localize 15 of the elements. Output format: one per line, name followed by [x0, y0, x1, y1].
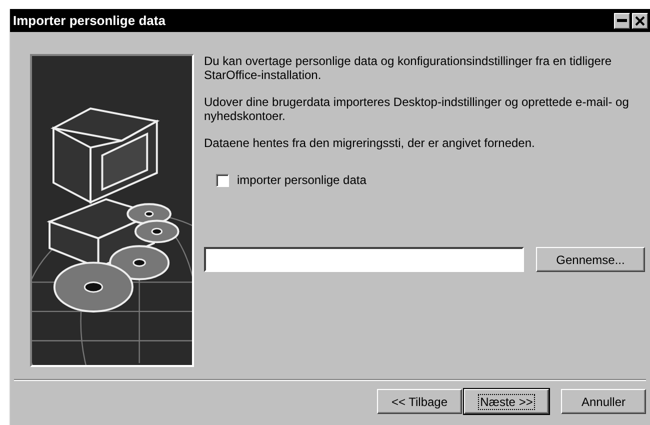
window-title: Importer personlige data [13, 12, 166, 30]
close-button[interactable] [632, 12, 648, 28]
browse-button[interactable]: Gennemse... [536, 247, 645, 272]
instruction-text: Dataene hentes fra den migreringssti, der er angivet forneden. [204, 136, 536, 150]
path-field[interactable] [204, 247, 524, 272]
wizard-button[interactable]: Næste >> [464, 389, 549, 414]
checkbox[interactable] [216, 174, 229, 186]
checkbox-label: importer personlige data [237, 172, 366, 189]
instruction-text: Du kan overtage personlige data og konfigurationsindstillinger fra en tidligere StarOffice-installation. [204, 54, 613, 82]
close-icon [635, 16, 645, 26]
minimize-icon [617, 19, 627, 22]
wizard-button[interactable]: Annuller [561, 389, 646, 414]
wizard-button[interactable]: << Tilbage [377, 389, 462, 414]
minimize-button[interactable] [614, 12, 630, 28]
instruction-text: Udover dine brugerdata importeres Desktop-indstillinger og oprettede e-mail- og nyhedskontoer. [204, 95, 630, 123]
